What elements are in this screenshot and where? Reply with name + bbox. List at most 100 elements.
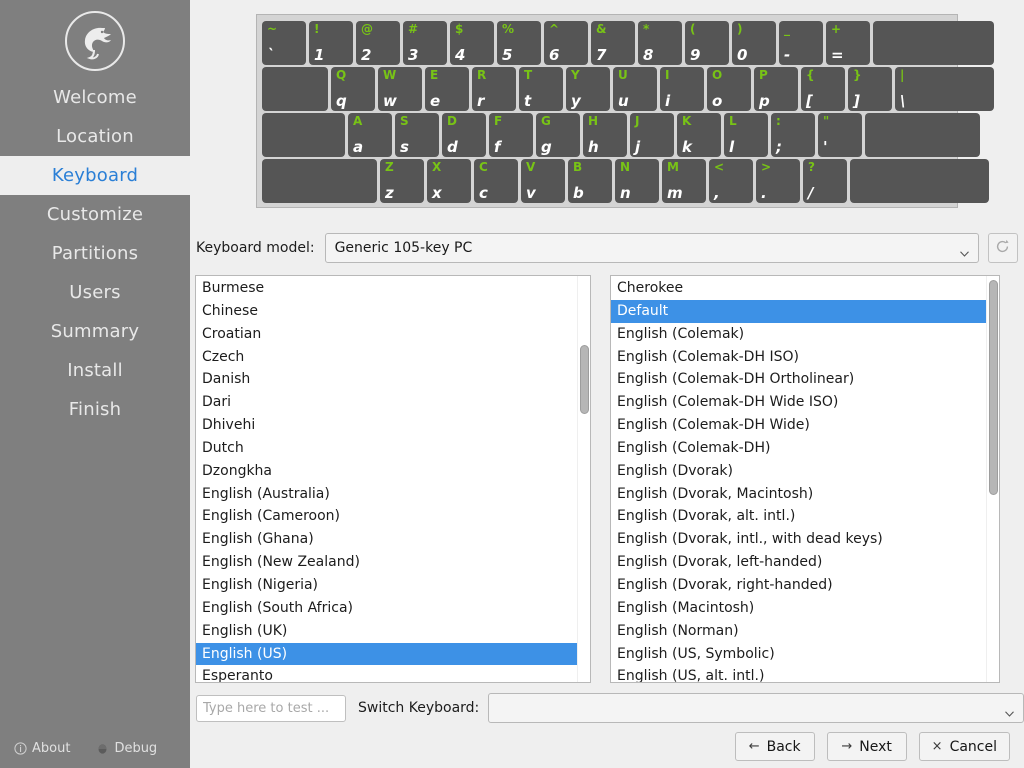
sidebar-item-welcome[interactable]: Welcome <box>0 78 190 117</box>
keyboard-key-=: += <box>826 21 870 65</box>
info-icon <box>14 742 27 755</box>
sidebar-item-finish[interactable]: Finish <box>0 390 190 429</box>
keyboard-variant-scrollbar[interactable] <box>986 276 999 682</box>
keyboard-layout-item[interactable]: Dhivehi <box>196 414 577 437</box>
keyboard-variant-item[interactable]: English (Dvorak, left-handed) <box>611 551 986 574</box>
sidebar-item-keyboard[interactable]: Keyboard <box>0 156 190 195</box>
keyboard-layout-item[interactable]: English (Cameroon) <box>196 505 577 528</box>
about-button[interactable]: About <box>14 741 70 756</box>
key-lower-label: 2 <box>361 47 371 63</box>
scrollbar-thumb[interactable] <box>989 280 998 495</box>
keyboard-model-row: Keyboard model: Generic 105-key PC <box>196 232 1024 264</box>
keyboard-key-j: Jj <box>630 113 674 157</box>
sidebar-item-location[interactable]: Location <box>0 117 190 156</box>
keyboard-layout-item[interactable]: English (US) <box>196 643 577 666</box>
keyboard-layout-item[interactable]: Danish <box>196 368 577 391</box>
keyboard-variant-item[interactable]: English (Colemak-DH Ortholinear) <box>611 368 986 391</box>
key-lower-label: d <box>447 139 458 155</box>
key-upper-label: C <box>479 160 488 174</box>
keyboard-variant-item[interactable]: English (Dvorak, Macintosh) <box>611 483 986 506</box>
keyboard-layout-item[interactable]: Dzongkha <box>196 460 577 483</box>
keyboard-variant-item[interactable]: Default <box>611 300 986 323</box>
keyboard-key-z: Zz <box>380 159 424 203</box>
switch-keyboard-select[interactable] <box>488 693 1024 723</box>
keyboard-layout-item[interactable]: Czech <box>196 346 577 369</box>
keyboard-layout-item[interactable]: English (UK) <box>196 620 577 643</box>
keyboard-key-,: <, <box>709 159 753 203</box>
keyboard-variant-item[interactable]: English (Colemak-DH Wide) <box>611 414 986 437</box>
sidebar-item-label: Location <box>56 126 134 147</box>
keyboard-variant-item[interactable]: English (Colemak) <box>611 323 986 346</box>
key-upper-label: V <box>526 160 535 174</box>
sidebar-item-users[interactable]: Users <box>0 273 190 312</box>
keyboard-layout-list-items: BurmeseChineseCroatianCzechDanishDariDhi… <box>196 276 577 682</box>
keyboard-variant-item[interactable]: English (Colemak-DH) <box>611 437 986 460</box>
keyboard-layout-item[interactable]: English (Ghana) <box>196 528 577 551</box>
sidebar-item-label: Users <box>69 282 120 303</box>
keyboard-layout-item[interactable]: Burmese <box>196 277 577 300</box>
keyboard-layout-item[interactable]: Dutch <box>196 437 577 460</box>
keyboard-layout-scrollbar[interactable] <box>577 276 590 682</box>
keyboard-layout-item[interactable]: English (Australia) <box>196 483 577 506</box>
keyboard-layout-item[interactable]: Chinese <box>196 300 577 323</box>
keyboard-variant-item[interactable]: English (Dvorak) <box>611 460 986 483</box>
keyboard-variant-item[interactable]: English (Macintosh) <box>611 597 986 620</box>
key-lower-label: n <box>620 185 631 201</box>
sidebar-item-label: Customize <box>47 204 143 225</box>
keyboard-layout-item[interactable]: English (South Africa) <box>196 597 577 620</box>
cancel-button[interactable]: × Cancel <box>919 732 1010 761</box>
keyboard-layout-list[interactable]: BurmeseChineseCroatianCzechDanishDariDhi… <box>195 275 591 683</box>
back-button[interactable]: ← Back <box>735 732 815 761</box>
key-upper-label: J <box>635 114 639 128</box>
sidebar-item-summary[interactable]: Summary <box>0 312 190 351</box>
key-lower-label: s <box>400 139 409 155</box>
keyboard-variant-list[interactable]: CherokeeDefaultEnglish (Colemak)English … <box>610 275 1000 683</box>
key-lower-label: o <box>712 93 722 109</box>
keyboard-layout-item[interactable]: Esperanto <box>196 665 577 682</box>
keyboard-layout-item[interactable]: Croatian <box>196 323 577 346</box>
debug-button[interactable]: Debug <box>96 741 157 756</box>
keyboard-variant-item[interactable]: English (Dvorak, right-handed) <box>611 574 986 597</box>
keyboard-variant-item[interactable]: English (US, alt. intl.) <box>611 665 986 682</box>
key-lower-label: , <box>714 185 720 201</box>
keyboard-test-input[interactable] <box>196 695 346 722</box>
key-lower-label: . <box>761 185 767 201</box>
key-lower-label: l <box>729 139 734 155</box>
key-upper-label: ~ <box>267 22 277 36</box>
sidebar-item-label: Finish <box>69 399 121 420</box>
keyboard-row: ZzXxCcVvBbNnMm<,>.?/ <box>262 159 952 203</box>
keyboard-layout-item[interactable]: English (New Zealand) <box>196 551 577 574</box>
keyboard-model-select[interactable]: Generic 105-key PC <box>325 233 979 263</box>
navigation-buttons: ← Back → Next × Cancel <box>735 732 1010 761</box>
key-lower-label: y <box>571 93 581 109</box>
keyboard-variant-item[interactable]: Cherokee <box>611 277 986 300</box>
reset-keyboard-button[interactable] <box>988 233 1018 263</box>
keyboard-key-x: Xx <box>427 159 471 203</box>
logo-container <box>0 0 190 78</box>
scrollbar-thumb[interactable] <box>580 345 589 414</box>
keyboard-variant-item[interactable]: English (Colemak-DH Wide ISO) <box>611 391 986 414</box>
keyboard-key-': "' <box>818 113 862 157</box>
key-upper-label: R <box>477 68 486 82</box>
keyboard-variant-item[interactable]: English (Dvorak, intl., with dead keys) <box>611 528 986 551</box>
keyboard-key-blank <box>850 159 989 203</box>
keyboard-variant-item[interactable]: English (US, Symbolic) <box>611 643 986 666</box>
keyboard-key-blank <box>873 21 994 65</box>
keyboard-variant-item[interactable]: English (Dvorak, alt. intl.) <box>611 505 986 528</box>
key-lower-label: = <box>831 47 844 63</box>
key-upper-label: P <box>759 68 768 82</box>
sidebar-item-partitions[interactable]: Partitions <box>0 234 190 273</box>
next-button[interactable]: → Next <box>827 732 907 761</box>
key-lower-label: q <box>336 93 347 109</box>
keyboard-variant-item[interactable]: English (Norman) <box>611 620 986 643</box>
keyboard-layout-item[interactable]: Dari <box>196 391 577 414</box>
keyboard-layout-item[interactable]: English (Nigeria) <box>196 574 577 597</box>
sidebar-item-install[interactable]: Install <box>0 351 190 390</box>
footer: ← Back → Next × Cancel <box>190 728 1024 768</box>
key-lower-label: g <box>541 139 552 155</box>
key-lower-label: f <box>494 139 501 155</box>
sidebar-item-customize[interactable]: Customize <box>0 195 190 234</box>
keyboard-variant-item[interactable]: English (Colemak-DH ISO) <box>611 346 986 369</box>
key-upper-label: { <box>806 68 815 82</box>
keyboard-key-r: Rr <box>472 67 516 111</box>
